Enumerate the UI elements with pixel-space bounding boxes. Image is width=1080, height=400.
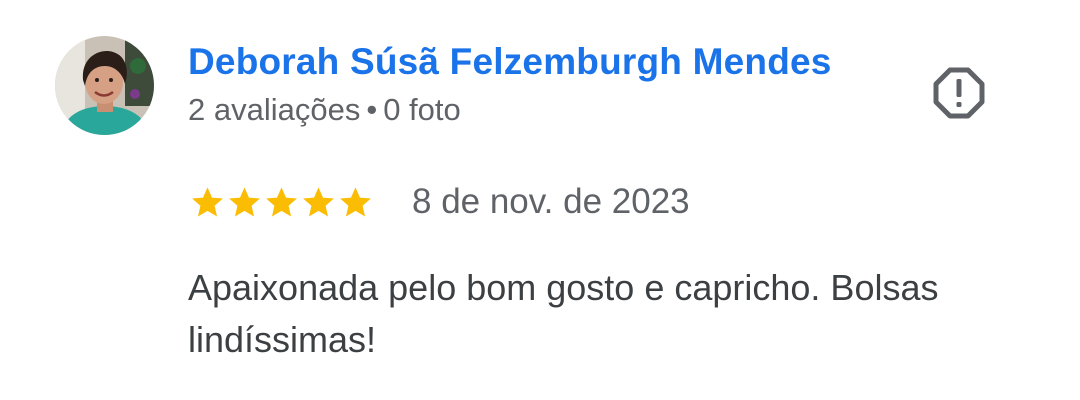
report-flag-icon [933, 67, 985, 119]
review-card: Deborah Súsã Felzemburgh Mendes 2 avalia… [0, 0, 1080, 400]
review-date: 8 de nov. de 2023 [412, 182, 690, 221]
star-icon [340, 187, 371, 217]
star-icon [192, 187, 223, 217]
avatar[interactable] [55, 36, 154, 135]
star-rating [189, 184, 374, 221]
author-stats: 2 avaliações • 0 foto [188, 92, 461, 128]
author-name[interactable]: Deborah Súsã Felzemburgh Mendes [188, 41, 832, 83]
meta-separator: • [366, 92, 378, 127]
star-icon [303, 187, 334, 217]
avatar-photo [55, 36, 154, 135]
star-icon [266, 187, 297, 217]
report-review-button[interactable] [932, 66, 986, 120]
photo-count: 0 foto [383, 92, 461, 127]
star-icon [229, 187, 260, 217]
review-text: Apaixonada pelo bom gosto e capricho. Bo… [188, 267, 939, 360]
review-count: 2 avaliações [188, 92, 361, 127]
